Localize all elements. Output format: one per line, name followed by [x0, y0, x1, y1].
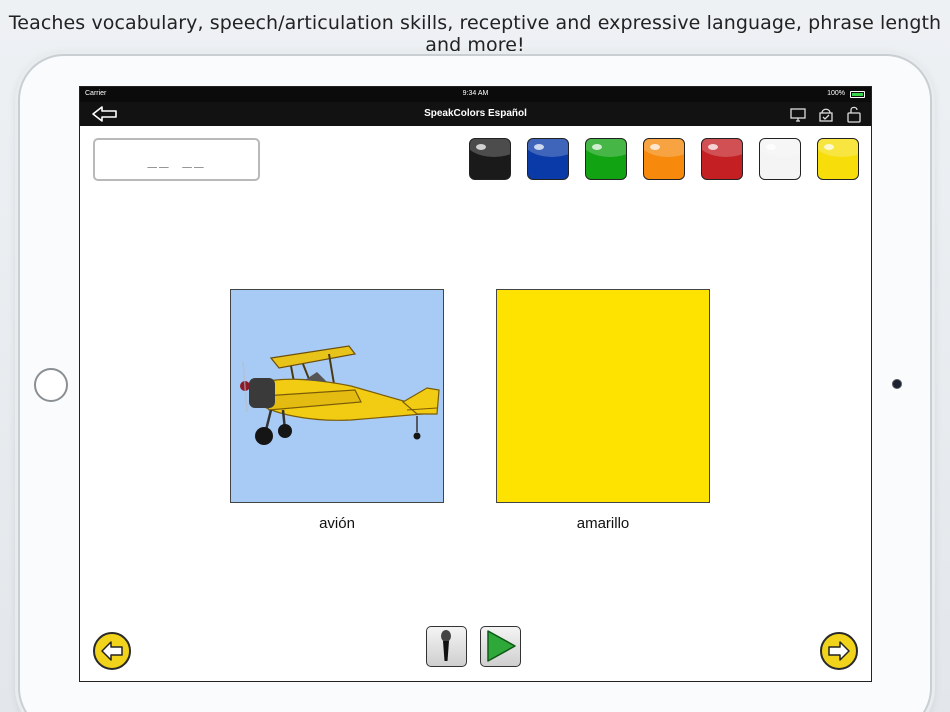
airplane-image-card[interactable] [230, 289, 444, 503]
play-button[interactable] [480, 626, 521, 667]
swatch-blue[interactable] [527, 138, 569, 180]
battery-percent: 100% [827, 90, 845, 97]
app-screen: Carrier 9:34 AM 100% SpeakColors Español [79, 86, 872, 682]
swatch-orange[interactable] [643, 138, 685, 180]
app-title: SpeakColors Español [424, 108, 527, 119]
prev-arrow-icon [101, 641, 123, 661]
next-arrow-icon [828, 641, 850, 661]
swatch-red[interactable] [701, 138, 743, 180]
microphone-icon [441, 630, 451, 661]
status-bar: Carrier 9:34 AM 100% [80, 87, 871, 102]
card-label-right: amarillo [576, 515, 630, 532]
battery-icon [850, 91, 865, 98]
prev-button[interactable] [93, 632, 131, 670]
swatch-green[interactable] [585, 138, 627, 180]
nav-actions [789, 105, 863, 123]
unlock-icon[interactable] [845, 105, 863, 123]
color-sample-card[interactable] [496, 289, 710, 503]
swatch-black[interactable] [469, 138, 511, 180]
color-swatches [469, 138, 859, 180]
swatch-white[interactable] [759, 138, 801, 180]
swatch-yellow[interactable] [817, 138, 859, 180]
nav-bar: SpeakColors Español [80, 102, 871, 126]
basket-icon[interactable] [817, 105, 835, 123]
card-label-left: avión [319, 515, 355, 532]
home-button[interactable] [34, 368, 68, 402]
headline: Teaches vocabulary, speech/articulation … [8, 12, 942, 56]
answer-field[interactable]: __ __ [93, 138, 260, 181]
monitor-icon[interactable] [789, 105, 807, 123]
next-button[interactable] [820, 632, 858, 670]
status-time: 9:34 AM [462, 90, 489, 97]
play-icon [487, 630, 516, 662]
front-camera [892, 379, 902, 389]
record-button[interactable] [426, 626, 467, 667]
airplane-icon [231, 290, 443, 502]
